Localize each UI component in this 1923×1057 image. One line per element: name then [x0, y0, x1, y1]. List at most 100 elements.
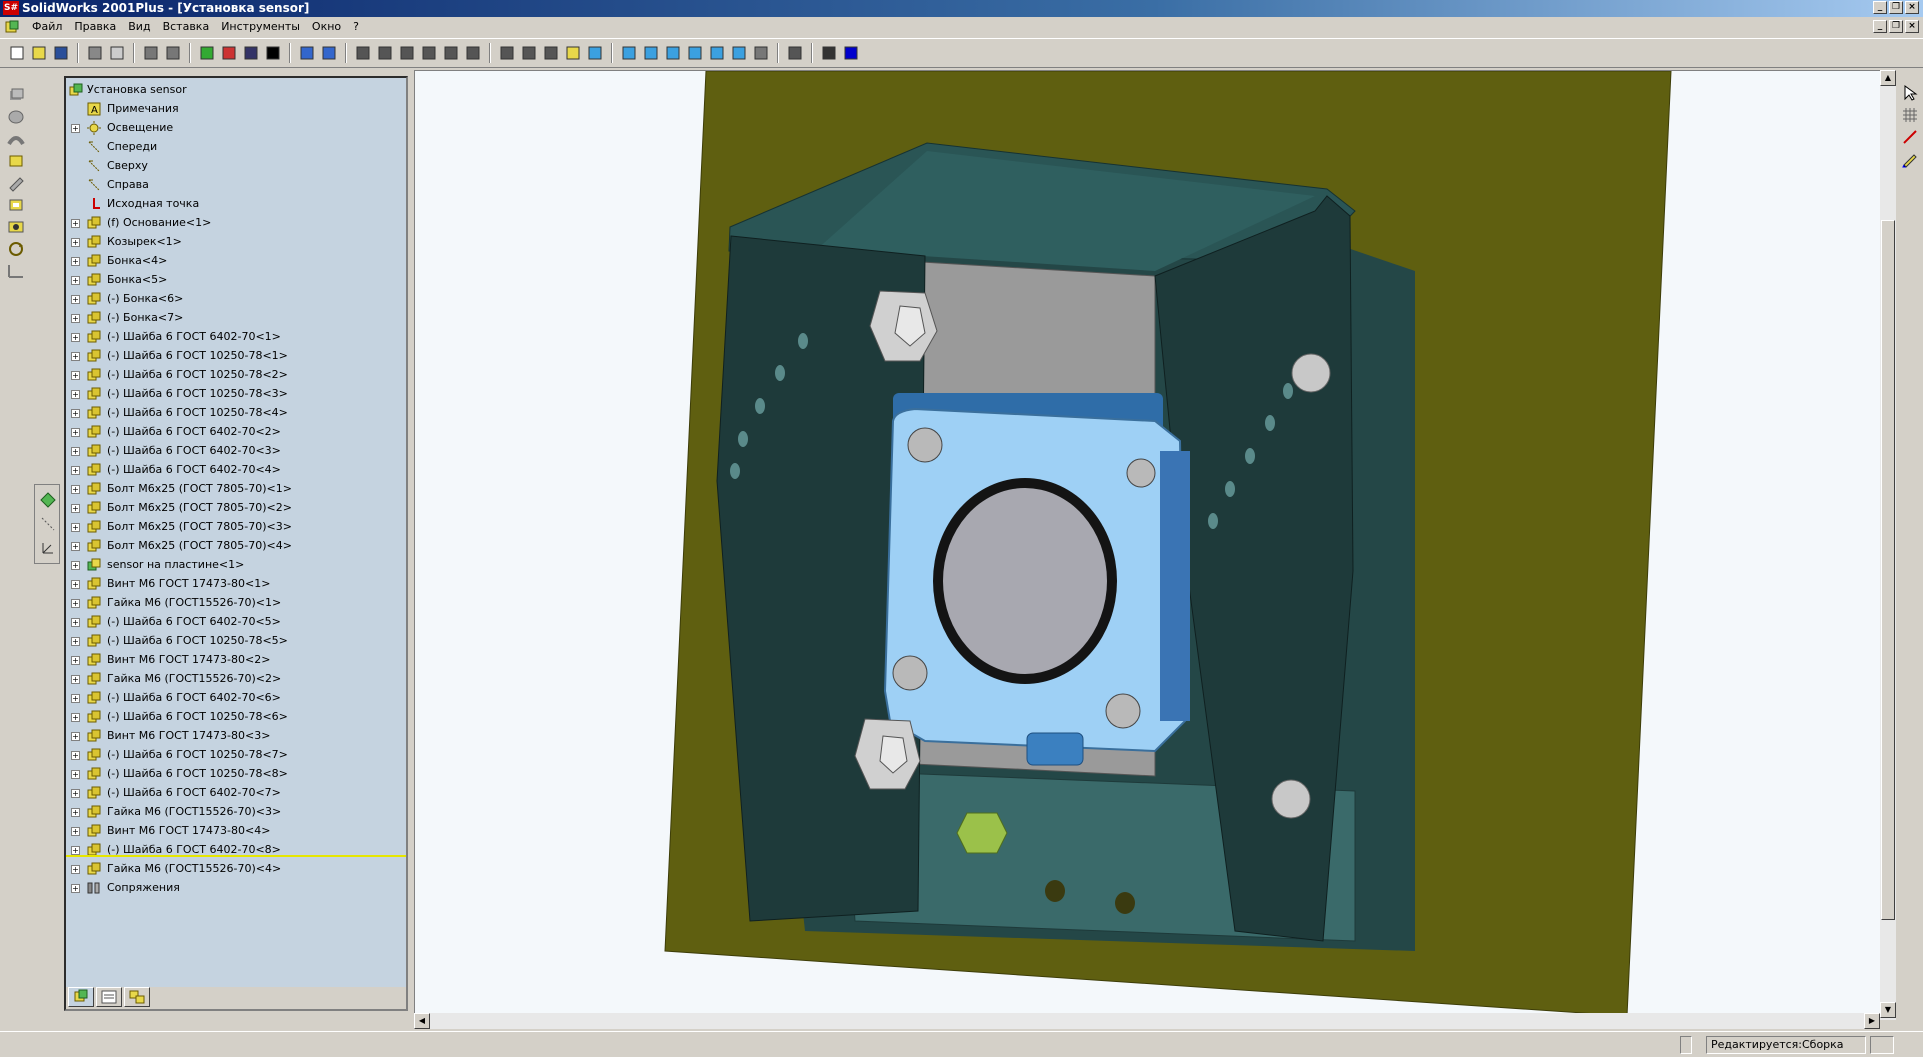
section-view-icon[interactable]: [750, 42, 772, 64]
expand-icon[interactable]: +: [71, 447, 80, 456]
zoom-in-icon[interactable]: [374, 42, 396, 64]
tree-item[interactable]: + (-) Шайба 6 ГОСТ 6402-70<7>: [66, 784, 406, 802]
configuration-manager-tab-icon[interactable]: [124, 987, 150, 1007]
redo-icon[interactable]: [162, 42, 184, 64]
rebuild-icon[interactable]: [6, 240, 26, 258]
menu-item[interactable]: Файл: [26, 17, 68, 36]
expand-icon[interactable]: +: [71, 124, 80, 133]
expand-icon[interactable]: +: [71, 580, 80, 589]
tree-item[interactable]: + (-) Шайба 6 ГОСТ 10250-78<6>: [66, 708, 406, 726]
tree-item[interactable]: + (-) Шайба 6 ГОСТ 6402-70<3>: [66, 442, 406, 460]
sketch-icon[interactable]: [296, 42, 318, 64]
tree-item[interactable]: + (-) Шайба 6 ГОСТ 6402-70<1>: [66, 328, 406, 346]
expand-icon[interactable]: +: [71, 352, 80, 361]
close-icon[interactable]: ×: [1905, 1, 1919, 14]
tree-item[interactable]: + (-) Шайба 6 ГОСТ 6402-70<4>: [66, 461, 406, 479]
new-icon[interactable]: [6, 42, 28, 64]
scroll-left-icon[interactable]: ◀: [414, 1013, 430, 1029]
tree-item[interactable]: + Козырек<1>: [66, 233, 406, 251]
expand-icon[interactable]: +: [71, 846, 80, 855]
menu-item[interactable]: Окно: [306, 17, 347, 36]
expand-icon[interactable]: +: [71, 713, 80, 722]
print-icon[interactable]: [84, 42, 106, 64]
tree-root-assembly[interactable]: Установка sensor: [66, 81, 406, 99]
tree-item[interactable]: + Освещение: [66, 119, 406, 137]
tree-item[interactable]: + Болт М6х25 (ГОСТ 7805-70)<1>: [66, 480, 406, 498]
tree-item[interactable]: + Гайка М6 (ГОСТ15526-70)<1>: [66, 594, 406, 612]
tree-item[interactable]: + Болт М6х25 (ГОСТ 7805-70)<4>: [66, 537, 406, 555]
view-right-icon[interactable]: [684, 42, 706, 64]
zoom-area-icon[interactable]: [396, 42, 418, 64]
graphics-viewport[interactable]: [414, 70, 1884, 1020]
shaded-edges-icon[interactable]: [584, 42, 606, 64]
hidden-removed-icon[interactable]: [540, 42, 562, 64]
tree-item[interactable]: + Винт М6 ГОСТ 17473-80<1>: [66, 575, 406, 593]
expand-icon[interactable]: +: [71, 485, 80, 494]
interference-icon[interactable]: [840, 42, 862, 64]
expand-icon[interactable]: +: [71, 238, 80, 247]
mass-properties-icon[interactable]: [818, 42, 840, 64]
tree-item[interactable]: A Примечания: [66, 100, 406, 118]
expand-icon[interactable]: +: [71, 295, 80, 304]
expand-icon[interactable]: +: [71, 808, 80, 817]
solidworks-app-icon[interactable]: S#: [3, 1, 19, 15]
tree-item[interactable]: + Бонка<5>: [66, 271, 406, 289]
tree-item[interactable]: Справа: [66, 176, 406, 194]
tree-item[interactable]: + Болт М6х25 (ГОСТ 7805-70)<3>: [66, 518, 406, 536]
scroll-up-icon[interactable]: ▲: [1880, 70, 1896, 86]
expand-icon[interactable]: +: [71, 276, 80, 285]
traffic-light-icon[interactable]: [196, 42, 218, 64]
menu-item[interactable]: Вид: [122, 17, 156, 36]
expand-icon[interactable]: +: [71, 789, 80, 798]
tree-item[interactable]: + (-) Шайба 6 ГОСТ 6402-70<2>: [66, 423, 406, 441]
tree-item[interactable]: + sensor на пластине<1>: [66, 556, 406, 574]
rollback-bar[interactable]: [66, 855, 406, 857]
assembly-model[interactable]: [415, 71, 1884, 1020]
tree-item[interactable]: + Гайка М6 (ГОСТ15526-70)<2>: [66, 670, 406, 688]
view-front-icon[interactable]: [618, 42, 640, 64]
zoom-to-fit-icon[interactable]: [352, 42, 374, 64]
pan-icon[interactable]: [462, 42, 484, 64]
menu-item[interactable]: Инструменты: [215, 17, 306, 36]
extrude-icon[interactable]: [6, 86, 26, 104]
sketch-line-icon[interactable]: [1901, 128, 1919, 146]
save-icon[interactable]: [50, 42, 72, 64]
feature-manager-tab-icon[interactable]: [68, 987, 94, 1007]
dimensions-icon[interactable]: [6, 262, 26, 280]
view-left-icon[interactable]: [662, 42, 684, 64]
expand-icon[interactable]: +: [71, 694, 80, 703]
axis-tool-icon[interactable]: [39, 515, 57, 533]
tree-item[interactable]: + (-) Шайба 6 ГОСТ 10250-78<1>: [66, 347, 406, 365]
tree-item[interactable]: + (-) Шайба 6 ГОСТ 10250-78<4>: [66, 404, 406, 422]
expand-icon[interactable]: +: [71, 428, 80, 437]
open-icon[interactable]: [28, 42, 50, 64]
tree-item[interactable]: + Винт М6 ГОСТ 17473-80<4>: [66, 822, 406, 840]
sweep-icon[interactable]: [6, 130, 26, 148]
tree-item[interactable]: + (-) Бонка<7>: [66, 309, 406, 327]
select-icon[interactable]: [1901, 84, 1919, 102]
chamfer-icon[interactable]: [6, 174, 26, 192]
menu-item[interactable]: Правка: [68, 17, 122, 36]
expand-icon[interactable]: +: [71, 656, 80, 665]
tree-item[interactable]: Исходная точка: [66, 195, 406, 213]
expand-icon[interactable]: +: [71, 314, 80, 323]
view-iso-icon[interactable]: [728, 42, 750, 64]
tree-item[interactable]: Спереди: [66, 138, 406, 156]
print-preview-icon[interactable]: [106, 42, 128, 64]
coordinate-system-icon[interactable]: [39, 539, 57, 557]
expand-icon[interactable]: +: [71, 618, 80, 627]
expand-icon[interactable]: +: [71, 390, 80, 399]
smart-dimension-icon[interactable]: [318, 42, 340, 64]
expand-icon[interactable]: +: [71, 504, 80, 513]
wireframe-icon[interactable]: [496, 42, 518, 64]
expand-icon[interactable]: +: [71, 751, 80, 760]
expand-icon[interactable]: +: [71, 409, 80, 418]
expand-icon[interactable]: +: [71, 599, 80, 608]
doc-close-icon[interactable]: ×: [1905, 20, 1919, 33]
grid-icon[interactable]: [1901, 106, 1919, 124]
scroll-right-icon[interactable]: ▶: [1864, 1013, 1880, 1029]
doc-restore-icon[interactable]: ❐: [1889, 20, 1903, 33]
expand-icon[interactable]: +: [71, 884, 80, 893]
menu-item[interactable]: ?: [347, 17, 365, 36]
tree-item[interactable]: + (f) Основание<1>: [66, 214, 406, 232]
